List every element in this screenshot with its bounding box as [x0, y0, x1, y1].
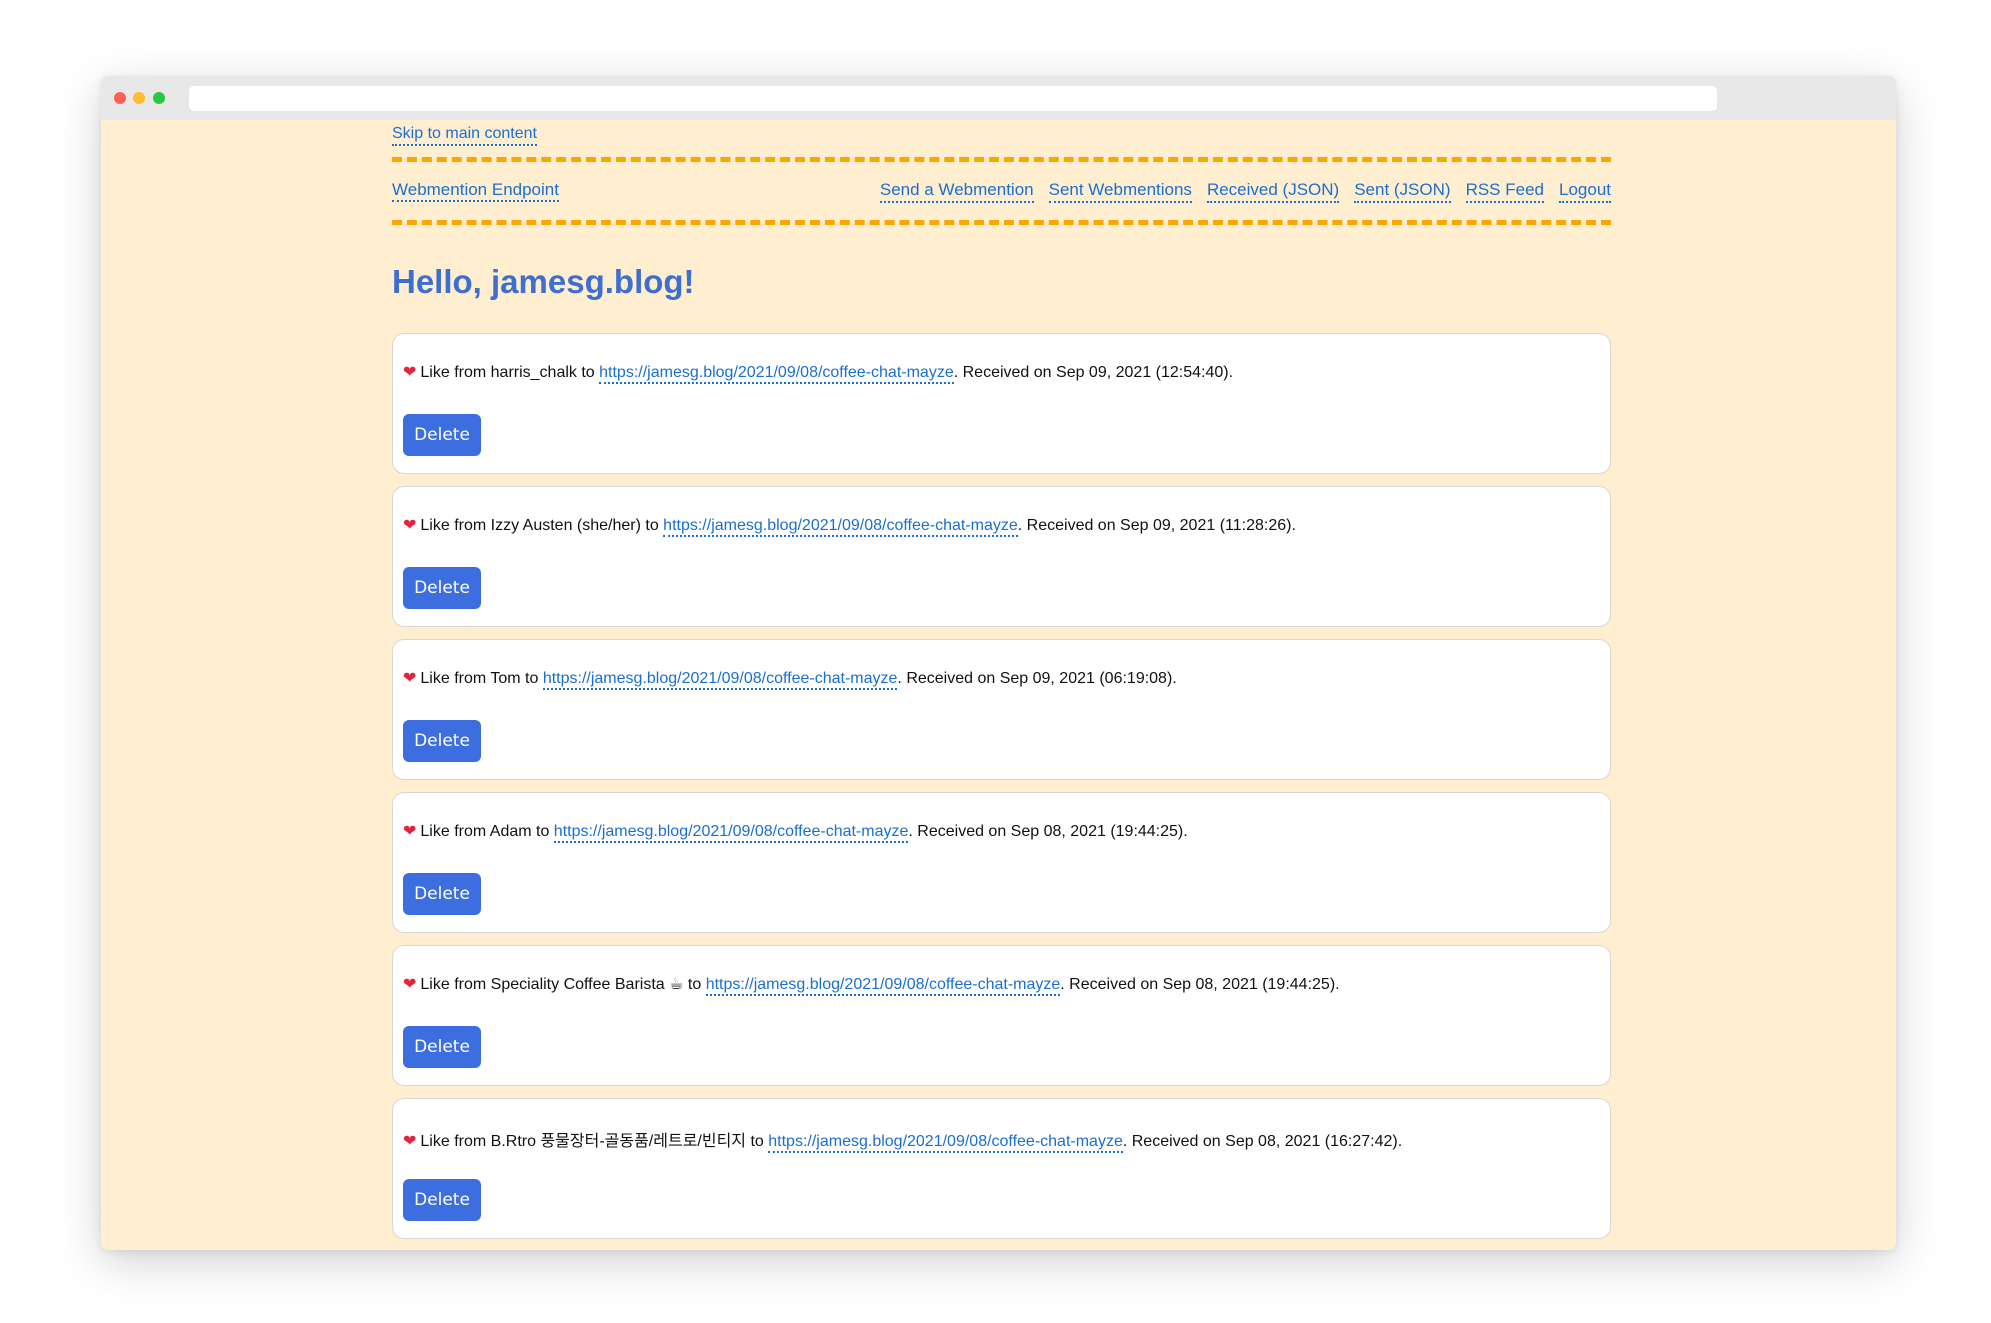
- webmention-author-text: Like from Tom to: [420, 670, 543, 687]
- delete-button[interactable]: Delete: [403, 1179, 481, 1221]
- webmention-card: ❤ Like from B.Rtro 풍물장터-골동품/레트로/빈티지 to ht…: [392, 1098, 1611, 1239]
- delete-button[interactable]: Delete: [403, 720, 481, 762]
- webmention-received-text: . Received on Sep 09, 2021 (06:19:08).: [897, 670, 1177, 687]
- browser-window: Skip to main content Webmention Endpoint…: [101, 76, 1896, 1250]
- webmention-author-text: Like from Speciality Coffee Barista ☕ to: [420, 976, 706, 993]
- webmention-received-text: . Received on Sep 09, 2021 (12:54:40).: [953, 364, 1234, 381]
- nav-link-received-json[interactable]: Received (JSON): [1206, 180, 1340, 203]
- webmention-target-link[interactable]: https://jamesg.blog/2021/09/08/coffee-ch…: [768, 1133, 1123, 1153]
- webmention-target-link[interactable]: https://jamesg.blog/2021/09/08/coffee-ch…: [553, 823, 909, 843]
- webmention-text: ❤ Like from Speciality Coffee Barista ☕ t…: [403, 974, 1340, 996]
- webmention-author-text: Like from harris_chalk to: [420, 364, 600, 381]
- skip-to-main-link[interactable]: Skip to main content: [392, 125, 537, 146]
- heart-icon: ❤: [403, 823, 417, 840]
- page-title: Hello, jamesg.blog!: [392, 263, 695, 300]
- heart-icon: ❤: [403, 670, 417, 687]
- webmention-card: ❤ Like from Adam to https://jamesg.blog/2…: [392, 792, 1611, 933]
- delete-button[interactable]: Delete: [403, 873, 481, 915]
- webmention-received-text: . Received on Sep 08, 2021 (19:44:25).: [908, 823, 1188, 840]
- webmention-text: ❤ Like from B.Rtro 풍물장터-골동품/레트로/빈티지 to ht…: [403, 1127, 1403, 1153]
- delete-button[interactable]: Delete: [403, 414, 481, 456]
- top-navigation: Webmention Endpoint Send a Webmention Se…: [392, 157, 1611, 225]
- maximize-window-icon[interactable]: [153, 92, 165, 104]
- page-content: Skip to main content Webmention Endpoint…: [101, 120, 1896, 1250]
- webmention-author-text: Like from Adam to: [420, 823, 554, 840]
- webmention-card: ❤ Like from Izzy Austen (she/her) to http…: [392, 486, 1611, 627]
- webmention-received-text: . Received on Sep 08, 2021 (19:44:25).: [1060, 976, 1340, 993]
- delete-button[interactable]: Delete: [403, 1026, 481, 1068]
- webmention-text: ❤ Like from Izzy Austen (she/her) to http…: [403, 515, 1296, 537]
- webmention-card: ❤ Like from Tom to https://jamesg.blog/20…: [392, 639, 1611, 780]
- heart-icon: ❤: [403, 364, 417, 381]
- webmention-target-link[interactable]: https://jamesg.blog/2021/09/08/coffee-ch…: [663, 517, 1018, 537]
- nav-link-rss-feed[interactable]: RSS Feed: [1465, 180, 1544, 203]
- heart-icon: ❤: [403, 1133, 417, 1150]
- nav-brand-link[interactable]: Webmention Endpoint: [392, 180, 559, 202]
- webmention-card: ❤ Like from harris_chalk to https://james…: [392, 333, 1611, 474]
- delete-button[interactable]: Delete: [403, 567, 481, 609]
- nav-link-logout[interactable]: Logout: [1559, 180, 1611, 203]
- address-bar[interactable]: [189, 86, 1717, 111]
- webmention-card: ❤ Like from Speciality Coffee Barista ☕ t…: [392, 945, 1611, 1086]
- nav-link-send-webmention[interactable]: Send a Webmention: [879, 180, 1034, 203]
- webmention-list: ❤ Like from harris_chalk to https://james…: [392, 333, 1611, 1250]
- minimize-window-icon[interactable]: [133, 92, 145, 104]
- webmention-received-text: . Received on Sep 08, 2021 (16:27:42).: [1122, 1133, 1403, 1150]
- webmention-author-text: Like from Izzy Austen (she/her) to: [420, 517, 664, 534]
- nav-link-sent-json[interactable]: Sent (JSON): [1354, 180, 1451, 203]
- browser-toolbar: [101, 76, 1896, 120]
- webmention-received-text: . Received on Sep 09, 2021 (11:28:26).: [1017, 517, 1296, 534]
- webmention-target-link[interactable]: https://jamesg.blog/2021/09/08/coffee-ch…: [599, 364, 954, 384]
- webmention-text: ❤ Like from harris_chalk to https://james…: [403, 362, 1234, 384]
- close-window-icon[interactable]: [114, 92, 126, 104]
- heart-icon: ❤: [403, 976, 417, 993]
- webmention-target-link[interactable]: https://jamesg.blog/2021/09/08/coffee-ch…: [542, 670, 898, 690]
- webmention-target-link[interactable]: https://jamesg.blog/2021/09/08/coffee-ch…: [705, 976, 1061, 996]
- webmention-author-text: Like from B.Rtro 풍물장터-골동품/레트로/빈티지 to: [420, 1133, 769, 1150]
- webmention-text: ❤ Like from Adam to https://jamesg.blog/2…: [403, 821, 1188, 843]
- nav-links: Send a Webmention Sent Webmentions Recei…: [879, 180, 1611, 203]
- nav-link-sent-webmentions[interactable]: Sent Webmentions: [1048, 180, 1192, 203]
- heart-icon: ❤: [403, 517, 417, 534]
- webmention-text: ❤ Like from Tom to https://jamesg.blog/20…: [403, 668, 1177, 690]
